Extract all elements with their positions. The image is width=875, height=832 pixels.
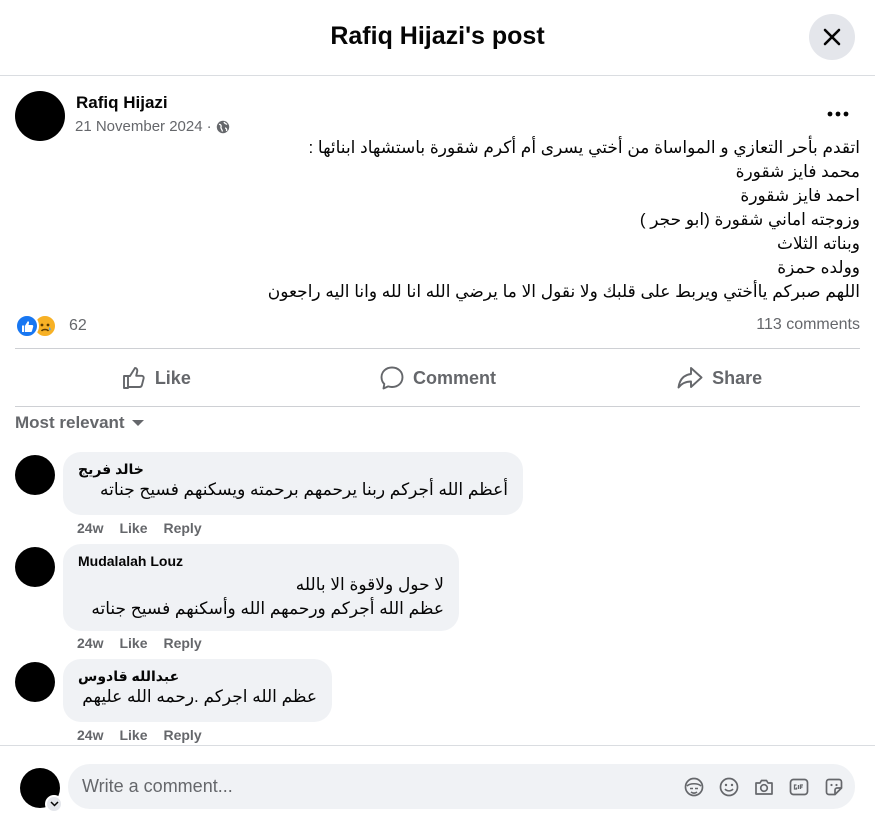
like-button-label: Like [154,367,191,388]
post-text-line: محمد فايز شقورة [735,162,860,181]
post-author-avatar[interactable] [15,91,65,141]
post-author-name[interactable]: Rafiq Hijazi [76,93,168,113]
comment-avatar[interactable] [15,547,55,587]
camera-icon [754,779,773,795]
comment-actions: 24w Like Reply [77,635,202,651]
camera-button[interactable] [752,774,775,799]
composer-tools [682,774,845,799]
comment-bubble: عبدالله قادوس عظم الله اجركم .رحمه الله … [63,659,332,722]
post-date[interactable]: 21 November 2024 [75,118,203,135]
comment-like-button[interactable]: Like [119,520,147,536]
comment-text: أعظم الله أجركم ربنا يرحمهم برحمته ويسكن… [100,480,508,499]
reaction-count[interactable]: 62 [69,317,87,335]
divider [15,406,860,407]
emoji-icon [719,777,738,796]
globe-icon [216,120,229,133]
avatar-sticker-button[interactable] [682,774,705,799]
like-reaction-icon [15,314,39,338]
meta-separator: · [206,118,212,135]
gif-button[interactable] [787,774,810,799]
comment-like-button[interactable]: Like [119,727,147,743]
close-icon [823,28,841,46]
comment-reply-button[interactable]: Reply [163,520,201,536]
sort-dropdown[interactable]: Most relevant [15,413,145,433]
comment-reply-button[interactable]: Reply [163,635,201,651]
post-text-line: اللهم صبركم ياأختي ويربط على قلبك ولا نق… [267,282,860,301]
comment-avatar[interactable] [15,662,55,702]
post-meta: 21 November 2024 · [75,118,230,135]
like-button[interactable]: Like [15,349,297,407]
comment-icon [380,366,404,390]
thumbs-up-icon [122,367,145,389]
comment-text: عظم الله اجركم .رحمه الله عليهم [82,687,317,706]
more-dots-icon [827,111,849,117]
profile-switch-button[interactable] [45,795,63,813]
comment-avatar[interactable] [15,455,55,495]
sticker-button[interactable] [822,774,845,799]
comment-count[interactable]: 113 comments [756,316,860,334]
share-icon [677,367,703,389]
share-button-label: Share [712,367,763,388]
more-options-button[interactable] [822,98,854,130]
post-text-line: احمد فايز شقورة [740,186,860,205]
comment-text: لا حول ولاقوة الا بالله [295,575,444,594]
comment-bubble: خالد فريج أعظم الله أجركم ربنا يرحمهم بر… [63,452,523,515]
post-text: اتقدم بأحر التعازي و المواساة من أختي يس… [210,136,860,304]
action-bar: Like Comment Share [15,349,860,407]
comment-time[interactable]: 24w [77,727,103,743]
share-button[interactable]: Share [578,349,860,407]
chevron-down-icon [49,801,59,807]
reactions-summary[interactable]: 62 [15,314,87,338]
comment-input[interactable] [82,764,642,809]
post-text-line: وبناته الثلاث [777,234,860,253]
comment-input-box[interactable] [68,764,855,809]
comment-reply-button[interactable]: Reply [163,727,201,743]
comment-time[interactable]: 24w [77,520,103,536]
comment-composer [0,745,875,832]
dialog-header: Rafiq Hijazi's post [0,0,875,76]
dialog-title: Rafiq Hijazi's post [330,22,545,50]
comment-like-button[interactable]: Like [119,635,147,651]
comment-text: عظم الله أجركم ورحمهم الله وأسكنهم فسيح … [91,599,444,618]
sticker-icon [825,778,842,795]
comment-actions: 24w Like Reply [77,520,202,536]
post-text-line: وولده حمزة [777,258,860,277]
emoji-button[interactable] [717,774,740,799]
comment-button-label: Comment [413,367,497,388]
comment-time[interactable]: 24w [77,635,103,651]
comment-author[interactable]: عبدالله قادوس [78,668,317,685]
comment-button[interactable]: Comment [297,349,579,407]
caret-down-icon [131,420,144,426]
avatar-sticker-icon [684,777,703,796]
sort-label: Most relevant [15,413,125,432]
post-text-line: وزوجته اماني شقورة (ابو حجر ) [639,210,860,229]
comment-actions: 24w Like Reply [77,727,202,743]
post-text-line: اتقدم بأحر التعازي و المواساة من أختي يس… [308,138,860,157]
close-button[interactable] [809,14,855,60]
comment-author[interactable]: خالد فريج [78,461,508,478]
comment-author[interactable]: Mudalalah Louz [78,553,444,569]
comment-bubble: Mudalalah Louz لا حول ولاقوة الا بالله ع… [63,544,459,631]
gif-icon [789,778,808,795]
